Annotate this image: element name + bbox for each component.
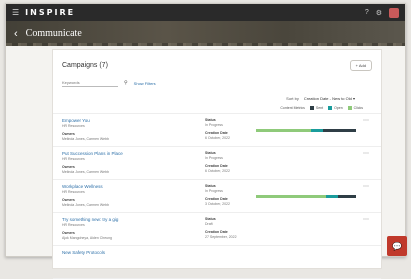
legend-item-sent: Sent — [309, 106, 323, 111]
avatar[interactable] — [389, 7, 399, 18]
status-value: In Progress — [205, 123, 223, 128]
legend-item-open: Open — [328, 106, 343, 111]
creation-date-value: 3 October, 2022 — [205, 202, 230, 207]
campaigns-card: Campaigns (7) + Add ⚲ Show Filters Sort … — [52, 49, 382, 279]
card-header: Campaigns (7) + Add — [53, 50, 381, 77]
hamburger-icon[interactable]: ☰ — [12, 8, 19, 17]
show-filters-link[interactable]: Show Filters — [134, 81, 156, 86]
metrics-bar — [256, 228, 356, 231]
keyword-search-input[interactable] — [62, 79, 118, 87]
campaign-row: Put Succession Plans in Place HR Resourc… — [53, 147, 381, 181]
bar-segment-sent — [323, 129, 356, 133]
status-column: Status In Progress Creation Date 6 Octob… — [205, 118, 230, 140]
creation-date-label: Creation Date — [205, 131, 228, 136]
top-icons: ? ⚙ — [365, 7, 399, 18]
creation-date-label: Creation Date — [205, 230, 228, 235]
status-label: Status — [205, 118, 216, 123]
chat-icon[interactable]: 💬 — [387, 236, 407, 256]
bar-segment-sent — [338, 195, 356, 199]
sort-value: Creation Date - New to Old — [303, 96, 352, 101]
more-actions-icon[interactable]: ⋯ — [363, 117, 369, 124]
status-value: In Progress — [205, 156, 223, 161]
sort-select[interactable]: Creation Date - New to Old ▾ — [304, 96, 355, 101]
status-label: Status — [205, 184, 216, 189]
status-column: Status Draft Creation Date 27 September,… — [205, 217, 237, 239]
creation-date-value: 27 September, 2022 — [205, 235, 237, 240]
legend-item-clicks: Clicks — [347, 106, 363, 111]
status-value: Draft — [205, 222, 213, 227]
status-value: In Progress — [205, 189, 223, 194]
bar-segment-clicks — [256, 195, 326, 199]
bar-segment-clicks — [256, 129, 311, 133]
campaign-row: New Safety Protocols — [53, 246, 381, 279]
status-label: Status — [205, 217, 216, 222]
brand-logo: INSPIRE — [25, 8, 76, 17]
status-label: Status — [205, 151, 216, 156]
campaign-row: Try something new: try a gig HR Resource… — [53, 213, 381, 247]
page-header: ‹ Communicate — [6, 21, 405, 46]
creation-date-label: Creation Date — [205, 197, 228, 202]
legend-title: Content Metrics — [280, 106, 305, 111]
status-column: Status In Progress Creation Date 3 Octob… — [205, 184, 230, 206]
more-actions-icon[interactable]: ⋯ — [363, 150, 369, 157]
campaign-name-link[interactable]: New Safety Protocols — [62, 250, 372, 255]
bar-segment-open — [311, 129, 323, 133]
metrics-bar — [256, 162, 356, 165]
metrics-bar — [256, 195, 356, 199]
gear-icon[interactable]: ⚙ — [376, 9, 382, 17]
back-arrow-icon[interactable]: ‹ — [14, 28, 18, 40]
legend-swatch-sent — [309, 106, 314, 111]
legend-swatch-clicks — [347, 106, 352, 111]
search-icon[interactable]: ⚲ — [124, 80, 128, 86]
page-title: Communicate — [25, 28, 82, 39]
metrics-legend: Content Metrics Sent Open Clicks — [53, 101, 381, 115]
campaign-row: Workplace Wellness HR Resources Owners M… — [53, 180, 381, 214]
filter-row: ⚲ Show Filters — [53, 77, 381, 89]
top-bar: ☰ INSPIRE ? ⚙ — [6, 4, 405, 21]
legend-swatch-open — [328, 106, 333, 111]
bar-segment-open — [326, 195, 338, 199]
sort-row: Sort by Creation Date - New to Old ▾ — [53, 89, 381, 101]
creation-date-label: Creation Date — [205, 164, 228, 169]
sort-label: Sort by — [286, 96, 299, 101]
help-icon[interactable]: ? — [365, 9, 369, 16]
campaign-list: Empower You HR Resources Owners Melinda … — [53, 114, 381, 279]
more-actions-icon[interactable]: ⋯ — [363, 183, 369, 190]
card-title: Campaigns (7) — [62, 62, 108, 69]
creation-date-value: 6 October, 2022 — [205, 136, 230, 141]
metrics-bar — [256, 129, 356, 133]
creation-date-value: 6 October, 2022 — [205, 169, 230, 174]
add-button[interactable]: + Add — [349, 60, 372, 71]
campaign-row: Empower You HR Resources Owners Melinda … — [53, 114, 381, 148]
more-actions-icon[interactable]: ⋯ — [363, 216, 369, 223]
status-column: Status In Progress Creation Date 6 Octob… — [205, 151, 230, 173]
